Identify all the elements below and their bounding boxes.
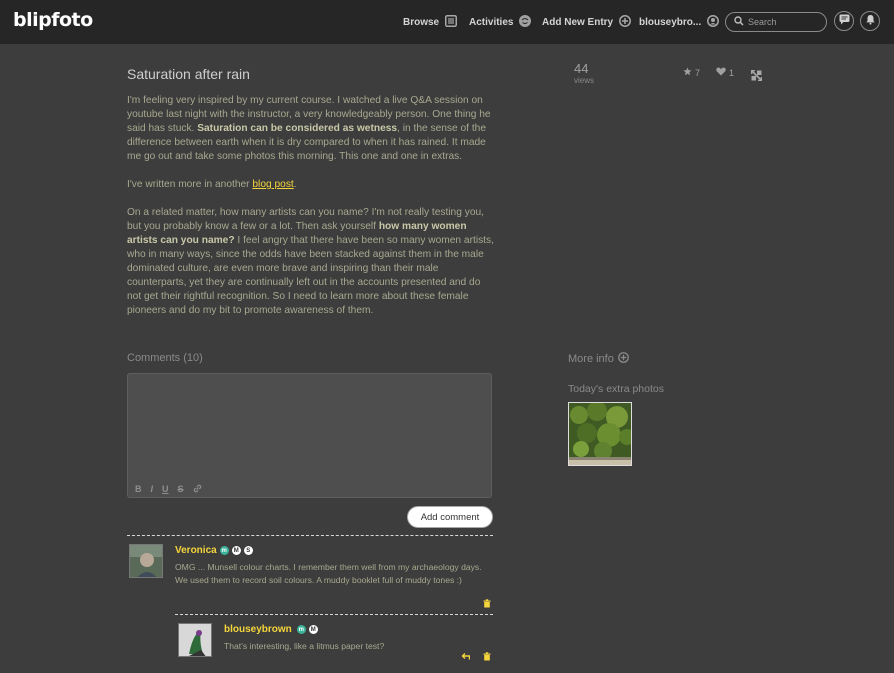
notifications-button[interactable] <box>860 11 880 31</box>
star-count-value: 7 <box>695 67 701 78</box>
comments-heading: Comments (10) <box>127 352 203 364</box>
comment-author[interactable]: Veronica m M S <box>175 545 253 556</box>
nav-activities[interactable]: Activities <box>469 14 532 30</box>
nav-add-entry-label: Add New Entry <box>542 16 614 28</box>
more-info-toggle[interactable]: More info <box>568 352 629 366</box>
bold-button[interactable]: B <box>135 484 142 495</box>
extra-photos-heading: Today's extra photos <box>568 383 664 395</box>
blipfoto-logo[interactable]: blipfoto <box>13 9 93 31</box>
blog-post-link[interactable]: blog post <box>252 179 293 190</box>
bold-text: Saturation can be considered as wetness <box>197 123 398 134</box>
heart-count-value: 1 <box>729 67 735 78</box>
membership-badge: S <box>243 546 253 555</box>
comment-text: That's interesting, like a litmus paper … <box>224 641 385 651</box>
entry-title: Saturation after rain <box>127 66 250 82</box>
search-icon <box>734 13 744 31</box>
search-input[interactable] <box>748 17 818 27</box>
extra-photo-thumbnail[interactable] <box>568 402 632 466</box>
delete-icon[interactable] <box>483 652 491 663</box>
activities-icon <box>519 14 532 30</box>
delete-icon[interactable] <box>483 599 491 610</box>
text-span: I've written more in another <box>127 179 253 190</box>
browse-icon <box>445 14 458 30</box>
star-icon <box>683 67 692 78</box>
star-count[interactable]: 7 <box>683 67 700 78</box>
membership-badge: m <box>296 625 306 634</box>
comment-editor[interactable]: B I U S <box>127 373 492 498</box>
views-label: views <box>574 76 595 85</box>
strikethrough-button[interactable]: S <box>178 484 184 495</box>
membership-badge: M <box>231 546 241 555</box>
entry-paragraph-2: I've written more in another blog post. <box>127 178 497 192</box>
reply-icon[interactable] <box>461 652 471 662</box>
views-counter: 44 views <box>574 61 595 86</box>
nav-user-menu[interactable]: blouseybro... <box>639 14 720 30</box>
text-span: I feel angry that there have been so man… <box>127 235 494 316</box>
comment-divider <box>127 535 493 536</box>
fullscreen-icon[interactable] <box>750 68 763 86</box>
format-toolbar: B I U S <box>135 484 202 495</box>
entry-paragraph-1: I'm feeling very inspired by my current … <box>127 94 497 164</box>
user-avatar-icon <box>707 14 720 30</box>
top-navigation-bar: blipfoto Browse Activities Add New Entry… <box>0 0 894 44</box>
entry-body: I'm feeling very inspired by my current … <box>127 94 497 332</box>
comment-text: OMG ... Munsell colour charts. I remembe… <box>175 562 482 585</box>
nav-browse[interactable]: Browse <box>403 14 458 30</box>
heart-count[interactable]: 1 <box>716 67 734 78</box>
chat-bubble-icon <box>839 12 850 30</box>
views-count: 44 <box>574 61 589 76</box>
nav-activities-label: Activities <box>469 16 514 28</box>
heart-icon <box>716 67 726 78</box>
avatar[interactable] <box>129 544 163 578</box>
entry-paragraph-3: On a related matter, how many artists ca… <box>127 206 497 318</box>
underline-button[interactable]: U <box>162 484 169 495</box>
link-icon[interactable] <box>193 484 202 495</box>
search-box[interactable] <box>725 12 827 32</box>
italic-button[interactable]: I <box>151 484 154 495</box>
add-comment-button[interactable]: Add comment <box>407 506 493 528</box>
membership-badge: m <box>219 546 229 555</box>
comment-author-name: Veronica <box>175 545 217 556</box>
comment-author-name: blouseybrown <box>224 624 292 635</box>
text-span: . <box>293 179 297 190</box>
nav-username: blouseybro... <box>639 16 702 28</box>
comment-author[interactable]: blouseybrown m M <box>224 624 318 635</box>
comment-textarea[interactable] <box>128 374 491 474</box>
nav-browse-label: Browse <box>403 16 440 28</box>
plus-circle-icon <box>617 352 629 366</box>
reply-divider <box>175 614 493 615</box>
bell-icon <box>865 12 876 30</box>
plus-circle-icon <box>619 14 632 30</box>
messages-button[interactable] <box>834 11 854 31</box>
nav-add-new-entry[interactable]: Add New Entry <box>542 14 632 30</box>
avatar[interactable] <box>178 623 212 657</box>
more-info-label: More info <box>568 353 614 365</box>
membership-badge: M <box>308 625 318 634</box>
